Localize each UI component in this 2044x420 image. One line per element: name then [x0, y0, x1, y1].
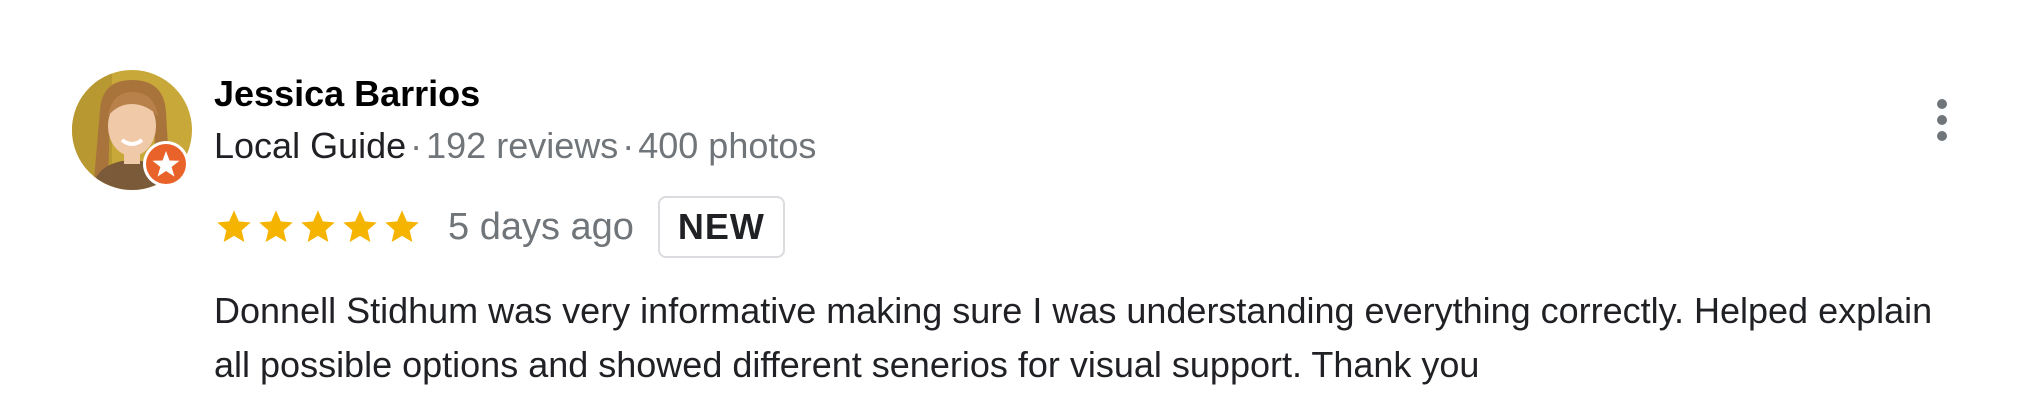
author-meta: Local Guide · 192 reviews · 400 photos [214, 122, 816, 170]
more-options-button[interactable] [1922, 92, 1962, 148]
author-name[interactable]: Jessica Barrios [214, 70, 480, 118]
review-card: Jessica Barrios Local Guide · 192 reviews ·… [0, 0, 2044, 420]
star-icon [301, 210, 335, 242]
photos-count: 400 photos [638, 125, 817, 166]
star-rating [214, 207, 422, 247]
meta-separator: · [622, 125, 635, 166]
local-guide-badge-icon [142, 140, 190, 188]
reviews-count: 192 reviews [426, 125, 619, 166]
review-text: Donnell Stidhum was very informative mak… [214, 290, 1933, 385]
star-icon [385, 210, 419, 242]
star-icon [259, 210, 293, 242]
star-icon [217, 210, 251, 242]
review-date: 5 days ago [448, 205, 634, 248]
meta-separator: · [410, 125, 423, 166]
rating-row: 5 days ago NEW [214, 194, 785, 260]
more-vert-icon [1937, 99, 1947, 109]
more-vert-icon [1937, 131, 1947, 141]
new-badge: NEW [657, 196, 785, 258]
star-icon [343, 210, 377, 242]
more-vert-icon [1937, 115, 1947, 125]
local-guide-label[interactable]: Local Guide [214, 125, 406, 166]
